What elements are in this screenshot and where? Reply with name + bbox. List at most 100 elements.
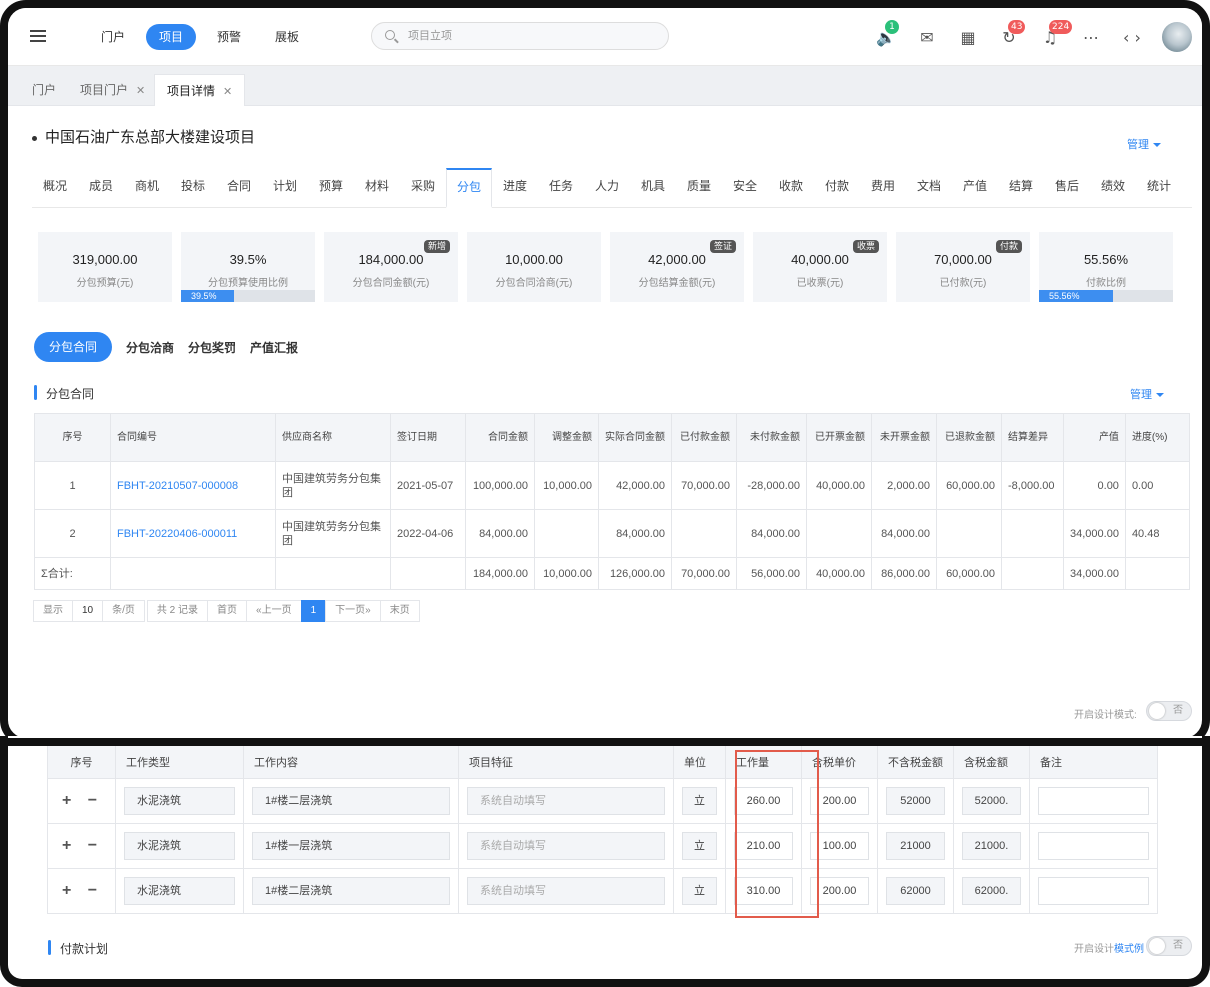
work-price-field[interactable]: 200.00	[810, 877, 869, 905]
page-tab-0[interactable]: 门户	[20, 74, 68, 106]
sum-cell	[275, 557, 391, 590]
module-tab-13[interactable]: 机具	[630, 168, 676, 208]
module-tab-12[interactable]: 人力	[584, 168, 630, 208]
stat-card-tag[interactable]: 付款	[995, 240, 1022, 253]
work-net-field[interactable]: 62000	[886, 877, 945, 905]
search-input[interactable]	[408, 23, 658, 49]
nav-item-1[interactable]: 项目	[146, 24, 197, 50]
module-tab-24[interactable]: 统计	[1136, 168, 1182, 208]
add-remove-icons[interactable]: + −	[56, 792, 103, 809]
stat-card-tag[interactable]: 新增	[423, 240, 450, 253]
pager-size-select[interactable]: 10	[72, 600, 104, 622]
pager-current[interactable]: 1	[300, 600, 327, 622]
module-tab-21[interactable]: 结算	[998, 168, 1044, 208]
module-tab-8[interactable]: 采购	[400, 168, 446, 208]
page-tab-1[interactable]: 项目门户 ✕	[68, 74, 157, 106]
contract-number-link[interactable]: FBHT-20210507-000008	[110, 461, 276, 510]
work-gross-field[interactable]: 21000.	[962, 832, 1021, 860]
work-feature-field[interactable]: 系统自动填写	[467, 787, 665, 815]
work-type-field[interactable]: 水泥浇筑	[124, 787, 235, 815]
work-net-field[interactable]: 52000	[886, 787, 945, 815]
sub-tab-3[interactable]: 产值汇报	[250, 339, 298, 356]
work-price-field[interactable]: 100.00	[810, 832, 869, 860]
work-unit-field[interactable]: 立	[682, 877, 717, 905]
avatar[interactable]	[1162, 22, 1192, 52]
nav-item-3[interactable]: 展板	[262, 24, 312, 50]
project-manage-dropdown[interactable]: 管理	[1127, 136, 1161, 152]
module-tab-15[interactable]: 安全	[722, 168, 768, 208]
pager-prev[interactable]: «上一页	[246, 600, 302, 622]
module-tab-20[interactable]: 产值	[952, 168, 998, 208]
module-tab-22[interactable]: 售后	[1044, 168, 1090, 208]
work-feature-field[interactable]: 系统自动填写	[467, 877, 665, 905]
payment-design-toggle[interactable]: 否	[1146, 936, 1192, 956]
sync-icon[interactable]: ↻ 43	[998, 20, 1026, 48]
module-tab-23[interactable]: 绩效	[1090, 168, 1136, 208]
sub-tab-0[interactable]: 分包合同	[34, 332, 113, 362]
module-tab-9[interactable]: 分包	[446, 168, 492, 208]
module-tab-11[interactable]: 任务	[538, 168, 584, 208]
work-content-field[interactable]: 1#楼二层浇筑	[252, 787, 450, 815]
work-type-field[interactable]: 水泥浇筑	[124, 832, 235, 860]
contract-number-link[interactable]: FBHT-20220406-000011	[110, 509, 276, 558]
add-remove-icons[interactable]: + −	[56, 837, 103, 854]
page-tab-2[interactable]: 项目详情 ✕	[154, 74, 246, 106]
work-remark-field[interactable]	[1038, 787, 1149, 815]
module-tab-17[interactable]: 付款	[814, 168, 860, 208]
work-qty-field[interactable]: 310.00	[734, 877, 793, 905]
table-row[interactable]: 2 FBHT-20220406-000011 中国建筑劳务分包集团 2022-04-0…	[34, 509, 1190, 558]
pager-next[interactable]: 下一页»	[325, 600, 381, 622]
module-tab-2[interactable]: 商机	[124, 168, 170, 208]
bell-icon[interactable]: ♫ 224	[1039, 20, 1073, 48]
work-col-header: 项目特征	[458, 744, 674, 779]
nav-item-0[interactable]: 门户	[88, 24, 138, 50]
module-tab-19[interactable]: 文档	[906, 168, 952, 208]
payment-mode-link[interactable]: 模式例	[1114, 944, 1144, 955]
module-tab-3[interactable]: 投标	[170, 168, 216, 208]
module-tab-1[interactable]: 成员	[78, 168, 124, 208]
mail-icon[interactable]: ✉	[916, 26, 938, 48]
work-remark-field[interactable]	[1038, 877, 1149, 905]
module-tab-10[interactable]: 进度	[492, 168, 538, 208]
work-qty-field[interactable]: 210.00	[734, 832, 793, 860]
work-remark-field[interactable]	[1038, 832, 1149, 860]
more-icon[interactable]: ⋯	[1080, 26, 1102, 48]
work-gross-field[interactable]: 52000.	[962, 787, 1021, 815]
module-tab-14[interactable]: 质量	[676, 168, 722, 208]
contract-manage-dropdown[interactable]: 管理	[1130, 386, 1164, 402]
sub-tab-2[interactable]: 分包奖罚	[188, 339, 236, 356]
work-net-field[interactable]: 21000	[886, 832, 945, 860]
module-tab-4[interactable]: 合同	[216, 168, 262, 208]
search-box[interactable]	[371, 22, 669, 50]
add-remove-icons[interactable]: + −	[56, 882, 103, 899]
work-qty-field[interactable]: 260.00	[734, 787, 793, 815]
speaker-icon[interactable]: 🔈 1	[875, 20, 899, 48]
tab-close-icon[interactable]: ✕	[136, 85, 145, 97]
sub-tab-1[interactable]: 分包洽商	[126, 339, 174, 356]
work-content-field[interactable]: 1#楼一层浇筑	[252, 832, 450, 860]
code-icon[interactable]: ‹ ›	[1121, 26, 1143, 48]
stat-card-tag[interactable]: 收票	[852, 240, 879, 253]
module-tab-7[interactable]: 材料	[354, 168, 400, 208]
module-tab-0[interactable]: 概况	[32, 168, 78, 208]
calendar-icon[interactable]: ▦	[957, 26, 979, 48]
work-gross-field[interactable]: 62000.	[962, 877, 1021, 905]
work-price-field[interactable]: 200.00	[810, 787, 869, 815]
module-tab-5[interactable]: 计划	[262, 168, 308, 208]
pager-first[interactable]: 首页	[207, 600, 248, 622]
module-tab-16[interactable]: 收款	[768, 168, 814, 208]
pager-last[interactable]: 末页	[379, 600, 420, 622]
nav-item-2[interactable]: 预警	[204, 24, 254, 50]
stat-card-tag[interactable]: 签证	[709, 240, 736, 253]
work-unit-field[interactable]: 立	[682, 787, 717, 815]
hamburger-menu-icon[interactable]	[30, 30, 46, 42]
work-content-field[interactable]: 1#楼二层浇筑	[252, 877, 450, 905]
design-mode-toggle[interactable]: 否	[1146, 701, 1192, 721]
table-row[interactable]: 1 FBHT-20210507-000008 中国建筑劳务分包集团 2021-05-0…	[34, 461, 1190, 510]
work-feature-field[interactable]: 系统自动填写	[467, 832, 665, 860]
work-unit-field[interactable]: 立	[682, 832, 717, 860]
work-type-field[interactable]: 水泥浇筑	[124, 877, 235, 905]
module-tab-18[interactable]: 费用	[860, 168, 906, 208]
tab-close-icon[interactable]: ✕	[223, 86, 232, 98]
module-tab-6[interactable]: 预算	[308, 168, 354, 208]
